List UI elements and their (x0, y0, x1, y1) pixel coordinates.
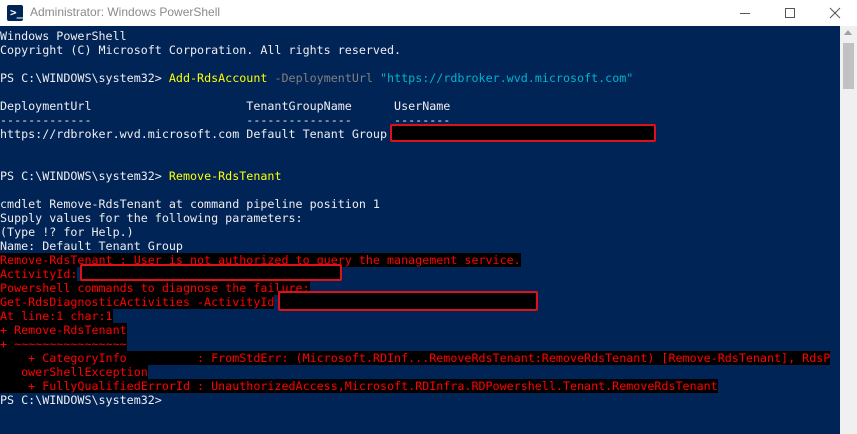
prompt: PS C:\WINDOWS\system32> (0, 169, 162, 183)
table-header-underline: ------------- --------------- -------- (0, 113, 451, 127)
error-line: + ~~~~~~~~~~~~~~~~ (0, 337, 127, 351)
output-line: cmdlet Remove-RdsTenant at command pipel… (0, 197, 380, 211)
command-line-2: PS C:\WINDOWS\system32> Remove-RdsTenant (0, 169, 281, 183)
powershell-icon: >_ (7, 5, 23, 21)
error-line: owerShellException (0, 365, 148, 379)
minimize-icon (740, 13, 750, 14)
final-prompt: PS C:\WINDOWS\system32> (0, 393, 162, 407)
cmdlet: Add-RdsAccount (168, 71, 268, 85)
window-title: Administrator: Windows PowerShell (30, 5, 221, 19)
redacted-username (390, 124, 656, 142)
close-button[interactable] (812, 0, 857, 26)
table-header: DeploymentUrl TenantGroupName UserName (0, 99, 451, 113)
output-line: Name: Default Tenant Group (0, 239, 183, 253)
redacted-activity-id (278, 291, 538, 311)
console-output[interactable]: Windows PowerShell Copyright (C) Microso… (0, 26, 840, 434)
error-line: ActivityId: (0, 267, 78, 281)
string-argument: "https://rdbroker.wvd.microsoft.com" (380, 71, 634, 85)
close-icon (829, 7, 841, 19)
minimize-button[interactable] (722, 0, 767, 26)
table-row: https://rdbroker.wvd.microsoft.com Defau… (0, 127, 388, 141)
prompt: PS C:\WINDOWS\system32> (0, 71, 162, 85)
scroll-up-arrow-icon[interactable] (844, 30, 852, 35)
maximize-icon (785, 8, 795, 18)
error-line: Powershell commands to diagnose the fail… (0, 281, 310, 295)
banner-line: Windows PowerShell (0, 29, 127, 43)
error-line: At line:1 char:1 (0, 309, 113, 323)
cmdlet: Remove-RdsTenant (168, 169, 282, 183)
scrollbar-thumb[interactable] (843, 43, 854, 89)
command-line-1: PS C:\WINDOWS\system32> Add-RdsAccount -… (0, 71, 633, 85)
parameter: -DeploymentUrl (274, 71, 373, 85)
output-line: (Type !? for Help.) (0, 225, 134, 239)
copyright-line: Copyright (C) Microsoft Corporation. All… (0, 43, 402, 57)
title-bar[interactable]: >_ Administrator: Windows PowerShell (0, 0, 857, 26)
error-line: + CategoryInfo : FromStdErr: (Microsoft.… (0, 351, 831, 365)
vertical-scrollbar[interactable] (840, 26, 857, 434)
output-line: Supply values for the following paramete… (0, 211, 303, 225)
error-line: + Remove-RdsTenant (0, 323, 127, 337)
maximize-button[interactable] (767, 0, 812, 26)
error-line: + FullyQualifiedErrorId : UnauthorizedAc… (0, 379, 718, 393)
error-line: Get-RdsDiagnosticActivities -ActivityId (0, 295, 275, 309)
redacted-activity-id (80, 264, 342, 281)
